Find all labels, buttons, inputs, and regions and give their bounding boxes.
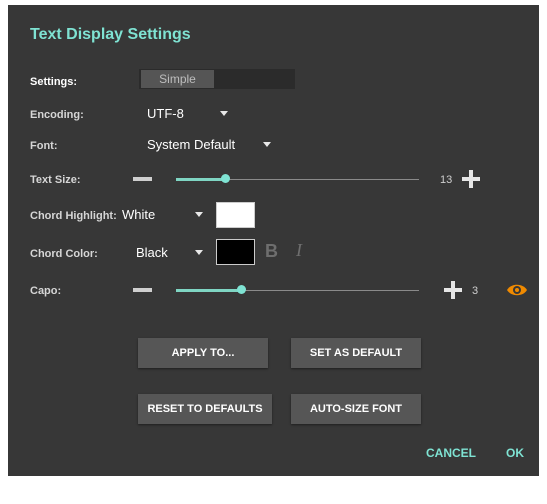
capo-label: Capo: — [30, 285, 62, 297]
eye-icon[interactable] — [506, 282, 528, 298]
settings-mode-simple-option[interactable]: Simple — [141, 70, 214, 88]
slider-fill — [176, 289, 242, 292]
slider-fill — [176, 178, 226, 181]
plus-icon[interactable] — [462, 170, 480, 188]
settings-label: Settings: — [30, 76, 78, 88]
font-label: Font: — [30, 140, 58, 152]
dialog-title: Text Display Settings — [30, 26, 191, 43]
italic-toggle[interactable]: I — [296, 240, 302, 261]
chord-highlight-label: Chord Highlight: — [30, 210, 117, 222]
font-value: System Default — [147, 137, 236, 152]
minus-icon[interactable] — [133, 177, 152, 181]
minus-icon[interactable] — [133, 288, 152, 292]
auto-size-font-button[interactable]: AUTO-SIZE FONT — [291, 394, 421, 424]
encoding-value: UTF-8 — [147, 106, 184, 121]
chord-color-label: Chord Color: — [30, 248, 98, 260]
capo-value: 3 — [472, 285, 479, 297]
chevron-down-icon — [195, 250, 203, 255]
chevron-down-icon — [263, 142, 271, 147]
chord-color-swatch[interactable] — [216, 239, 255, 265]
set-as-default-button[interactable]: SET AS DEFAULT — [291, 338, 421, 368]
encoding-label: Encoding: — [30, 109, 84, 121]
text-size-label: Text Size: — [30, 174, 81, 186]
text-display-settings-dialog: Text Display Settings Settings: Simple E… — [8, 5, 539, 476]
apply-to-button[interactable]: APPLY TO... — [138, 338, 268, 368]
plus-icon[interactable] — [444, 281, 462, 299]
slider-thumb[interactable] — [237, 285, 246, 294]
slider-thumb[interactable] — [221, 174, 230, 183]
chord-highlight-value: White — [122, 207, 156, 222]
reset-to-defaults-button[interactable]: RESET TO DEFAULTS — [138, 394, 272, 424]
ok-button[interactable]: OK — [506, 446, 524, 460]
chevron-down-icon — [220, 111, 228, 116]
chord-color-value: Black — [136, 245, 168, 260]
chord-highlight-color-swatch[interactable] — [216, 202, 255, 228]
cancel-button[interactable]: CANCEL — [426, 446, 476, 460]
chevron-down-icon — [195, 212, 203, 217]
bold-toggle[interactable]: B — [265, 241, 278, 262]
text-size-value: 13 — [440, 174, 453, 186]
